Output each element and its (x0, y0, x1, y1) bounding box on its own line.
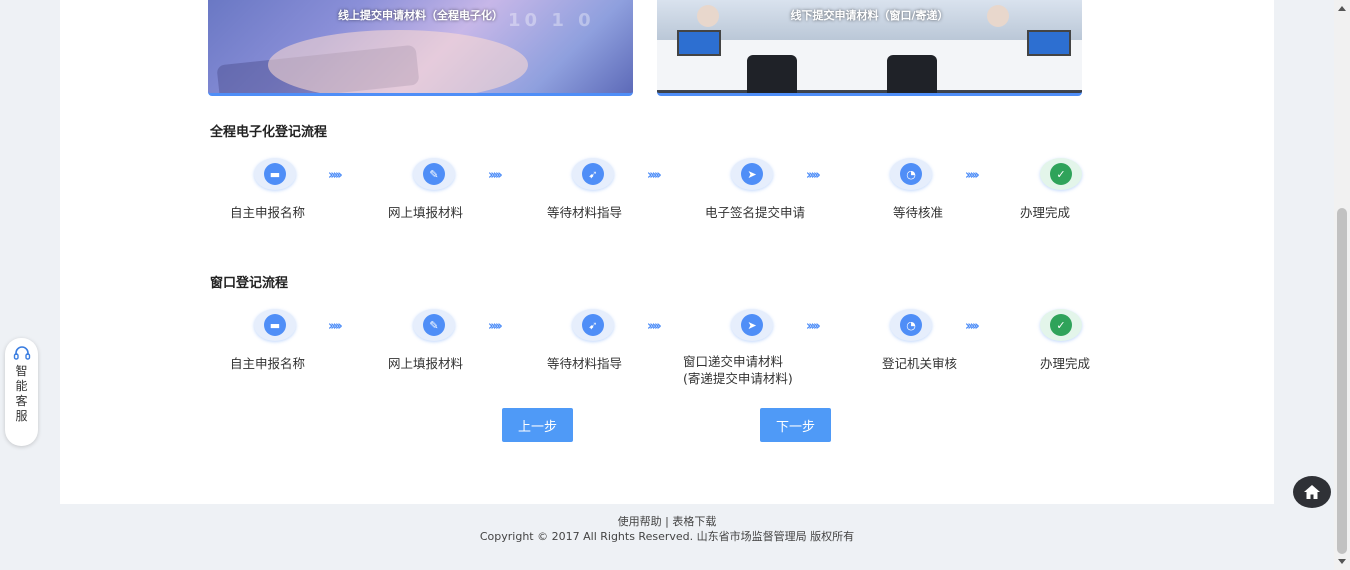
hands-illustration (268, 30, 528, 93)
user-check-icon: ✓ (1040, 158, 1082, 190)
paper-plane-icon: ➤ (731, 309, 773, 341)
paper-plane-icon: ➤ (731, 158, 773, 190)
step-label: 等待核准 (893, 205, 944, 220)
online-banner-title: 线上提交申请材料（全程电子化） (338, 9, 503, 22)
step-label: 等待材料指导 (547, 205, 623, 220)
step-label: 自主申报名称 (230, 356, 306, 371)
home-button[interactable] (1293, 476, 1331, 508)
scrollbar-thumb[interactable] (1337, 208, 1347, 554)
arrow-icon: ››››› (328, 168, 343, 183)
form-download-link[interactable]: 表格下载 (672, 515, 716, 528)
arrow-icon: ››››› (488, 168, 503, 183)
arrow-icon: ››››› (806, 168, 821, 183)
arrow-icon: ››››› (806, 319, 821, 334)
footer-separator: | (665, 515, 669, 528)
step-label-main: 窗口递交申请材料 (683, 354, 784, 369)
help-link[interactable]: 使用帮助 (618, 515, 662, 528)
next-step-button[interactable]: 下一步 (760, 408, 831, 442)
keyboard-icon: ▬ (254, 309, 296, 341)
chair-illustration (747, 55, 797, 93)
compass-icon: ➹ (572, 158, 614, 190)
step-label: 登记机关审核 (882, 356, 958, 371)
monitor-illustration (677, 30, 721, 56)
scroll-down-arrow-icon[interactable] (1338, 559, 1346, 564)
arrow-icon: ››››› (488, 319, 503, 334)
chair-illustration (887, 55, 937, 93)
step-label: 电子签名提交申请 (705, 205, 806, 220)
window-flow-title: 窗口登记流程 (210, 276, 289, 291)
step-label: 窗口递交申请材料 (寄递提交申请材料) (683, 353, 793, 387)
compass-icon: ➹ (572, 309, 614, 341)
smart-service-label: 智能客服 (15, 364, 28, 423)
step-label: 自主申报名称 (230, 205, 306, 220)
keyboard-icon: ▬ (254, 158, 296, 190)
headset-icon (5, 346, 38, 362)
window-flow-steps: ▬ ››››› ✎ ››››› ➹ ››››› ➤ ››››› ◔ ››››› … (60, 309, 1274, 359)
vertical-scrollbar[interactable] (1334, 0, 1350, 570)
step-label: 网上填报材料 (388, 356, 464, 371)
clock-icon: ◔ (890, 309, 932, 341)
online-flow-steps: ▬ ››››› ✎ ››››› ➹ ››››› ➤ ››››› ◔ ››››› … (60, 158, 1274, 208)
offline-submit-banner[interactable]: 线下提交申请材料（窗口/寄递） (657, 0, 1082, 96)
step-label: 等待材料指导 (547, 356, 623, 371)
prev-step-button[interactable]: 上一步 (502, 408, 573, 442)
monitor-illustration (1027, 30, 1071, 56)
home-icon (1304, 485, 1320, 499)
pencil-icon: ✎ (413, 309, 455, 341)
pencil-icon: ✎ (413, 158, 455, 190)
arrow-icon: ››››› (965, 319, 980, 334)
step-label: 办理完成 (1040, 356, 1091, 371)
arrow-icon: ››››› (965, 168, 980, 183)
offline-banner-title: 线下提交申请材料（窗口/寄递） (790, 9, 949, 22)
scroll-up-arrow-icon[interactable] (1338, 6, 1346, 11)
clock-icon: ◔ (890, 158, 932, 190)
step-label: 网上填报材料 (388, 205, 464, 220)
arrow-icon: ››››› (328, 319, 343, 334)
arrow-icon: ››››› (647, 319, 662, 334)
smart-service-widget[interactable]: 智能客服 (5, 338, 38, 446)
arrow-icon: ››››› (647, 168, 662, 183)
footer-links: 使用帮助 | 表格下载 (0, 513, 1334, 529)
step-label: 办理完成 (1020, 205, 1071, 220)
main-card: 10 1 0 线上提交申请材料（全程电子化） 线下提交申请材料（窗口/寄递） 全… (60, 0, 1274, 504)
user-check-icon: ✓ (1040, 309, 1082, 341)
copyright-text: Copyright © 2017 All Rights Reserved. 山东… (479, 530, 855, 543)
step-label-sub: (寄递提交申请材料) (683, 371, 793, 386)
online-submit-banner[interactable]: 10 1 0 线上提交申请材料（全程电子化） (208, 0, 633, 96)
online-flow-title: 全程电子化登记流程 (210, 125, 328, 140)
